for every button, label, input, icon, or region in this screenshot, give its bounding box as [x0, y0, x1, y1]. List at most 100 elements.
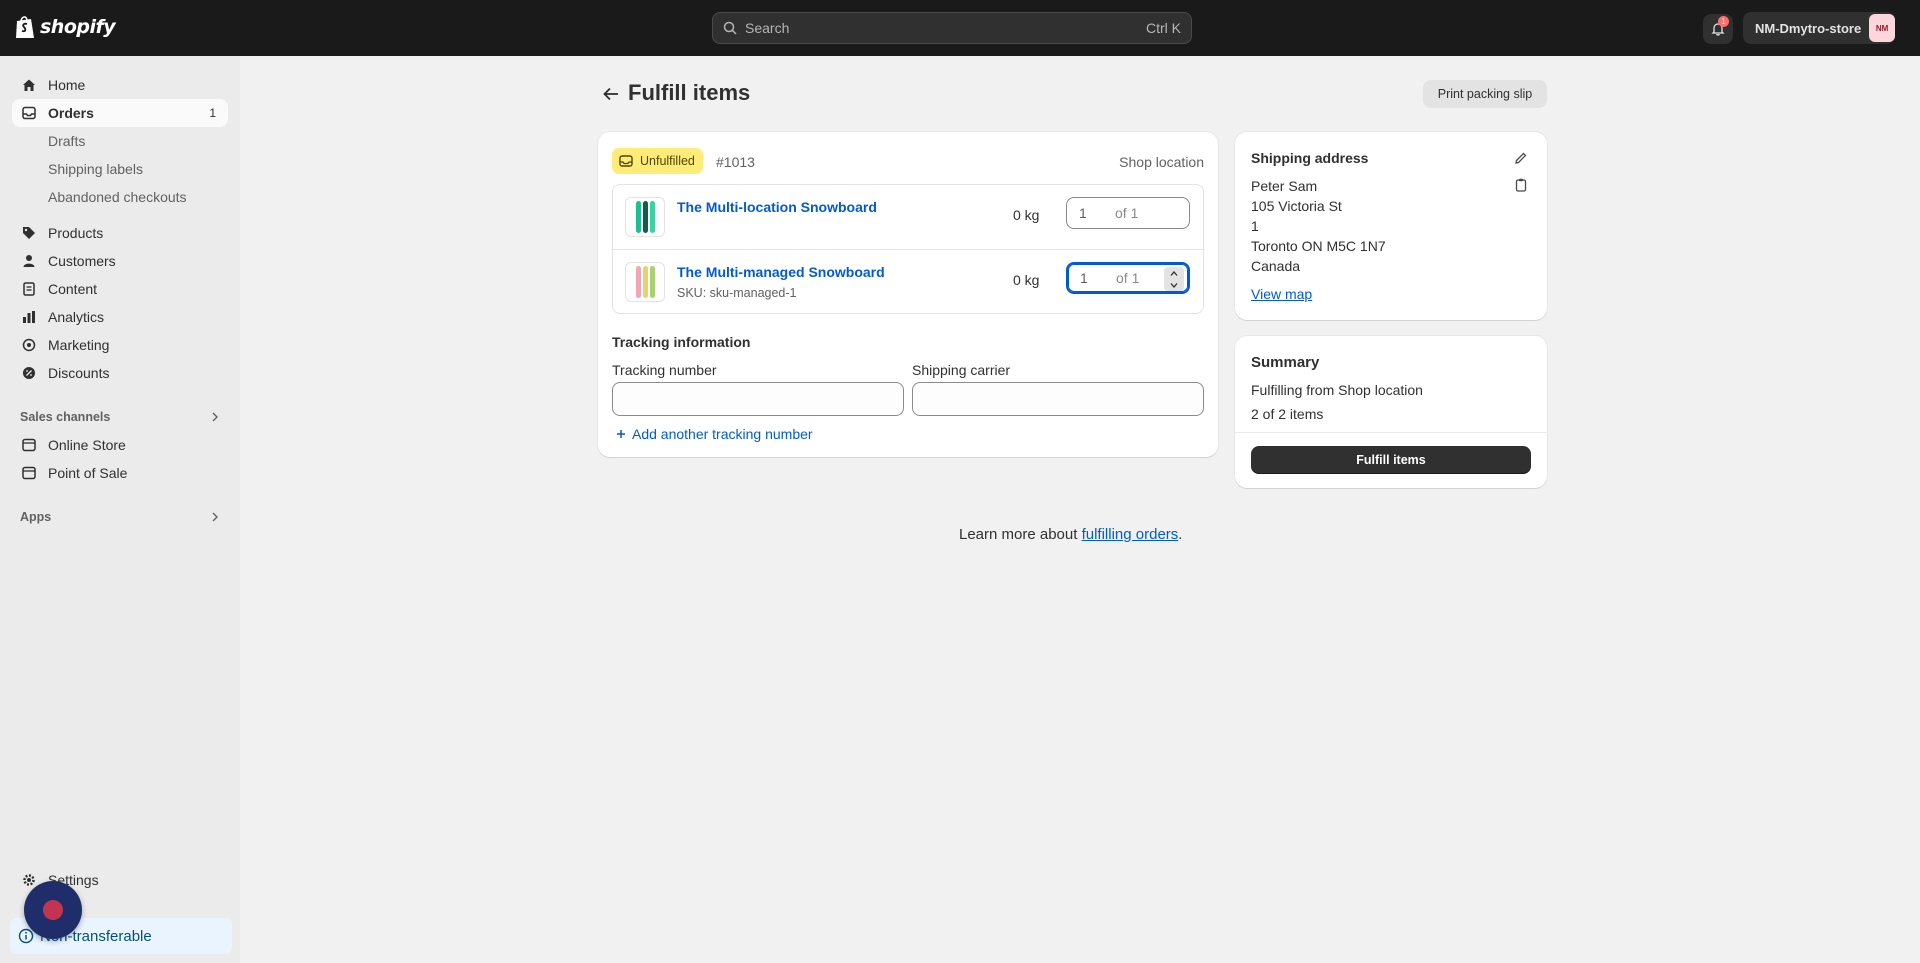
bar-chart-icon	[23, 311, 35, 323]
gear-icon	[23, 874, 35, 886]
sidebar-item-drafts[interactable]: Drafts	[12, 127, 228, 155]
summary-card: Summary Fulfilling from Shop location 2 …	[1235, 336, 1547, 488]
sidebar-item-label: Customers	[48, 253, 116, 269]
sidebar-item-label: Content	[48, 281, 98, 297]
top-bar: shopify Search Ctrl K 1 NM-Dmytro-store …	[0, 0, 1920, 56]
quantity-stepper[interactable]: 1 of 1	[1066, 197, 1190, 229]
status-badge-label: Unfulfilled	[640, 154, 695, 168]
shipping-address-header: Shipping address	[1251, 150, 1369, 166]
product-link[interactable]: The Multi-managed Snowboard	[677, 264, 885, 280]
sidebar-item-orders[interactable]: Orders 1	[12, 99, 228, 127]
sidebar-item-label: Marketing	[48, 337, 110, 353]
product-thumbnail	[625, 197, 665, 237]
quantity-value: 1	[1079, 205, 1087, 221]
learn-more-prefix: Learn more about	[959, 526, 1082, 543]
sidebar-item-home[interactable]: Home	[12, 71, 228, 99]
search-shortcut: Ctrl K	[1146, 20, 1181, 36]
shopify-logo[interactable]: shopify	[14, 14, 116, 40]
home-icon	[23, 79, 35, 91]
section-label: Sales channels	[20, 410, 111, 424]
sidebar-item-label: Online Store	[48, 437, 126, 453]
logo-text: shopify	[40, 16, 116, 38]
status-badge: Unfulfilled	[612, 148, 703, 174]
notification-badge: 1	[1718, 16, 1729, 27]
stepper-controls[interactable]	[1164, 267, 1184, 291]
tracking-number-input[interactable]	[612, 382, 904, 416]
divider	[1235, 432, 1547, 433]
sidebar-item-abandoned-checkouts[interactable]: Abandoned checkouts	[12, 183, 228, 211]
inbox-icon	[22, 106, 36, 120]
sidebar-item-products[interactable]: Products	[12, 219, 228, 247]
list-item: The Multi-location Snowboard 0 kg 1 of 1	[613, 185, 1203, 249]
order-number: #1013	[716, 154, 755, 170]
chevron-down-icon[interactable]	[1169, 282, 1179, 289]
summary-header: Summary	[1251, 354, 1320, 371]
pos-icon	[22, 466, 36, 480]
sidebar-item-marketing[interactable]: Marketing	[12, 331, 228, 359]
sidebar-item-discounts[interactable]: Discounts	[12, 359, 228, 387]
page-title: Fulfill items	[628, 80, 751, 105]
learn-more-suffix: .	[1178, 526, 1183, 543]
shipping-carrier-select[interactable]	[912, 382, 1204, 416]
address-line: Peter Sam	[1251, 178, 1318, 194]
product-thumbnail	[625, 262, 665, 302]
chevron-up-icon[interactable]	[1169, 270, 1179, 277]
avatar: NM	[1869, 14, 1895, 42]
tag-icon	[23, 227, 35, 239]
sidebar-item-customers[interactable]: Customers	[12, 247, 228, 275]
fulfilling-orders-link[interactable]: fulfilling orders	[1082, 526, 1179, 543]
storefront-icon	[22, 438, 36, 452]
sidebar-item-online-store[interactable]: Online Store	[12, 431, 228, 459]
shipping-address-card: Shipping address Peter Sam 105 Victoria …	[1235, 132, 1547, 320]
person-icon	[23, 255, 35, 267]
search-placeholder: Search	[745, 20, 790, 36]
sidebar-item-content[interactable]: Content	[12, 275, 228, 303]
add-tracking-number-button[interactable]: Add another tracking number	[616, 426, 813, 442]
fulfill-items-button[interactable]: Fulfill items	[1251, 446, 1531, 474]
target-icon	[22, 338, 36, 352]
print-packing-slip-button[interactable]: Print packing slip	[1423, 80, 1547, 108]
plus-icon	[617, 430, 625, 438]
back-arrow-icon[interactable]	[600, 84, 622, 104]
discount-icon	[23, 367, 35, 379]
copy-clipboard-icon[interactable]	[1513, 177, 1529, 193]
fulfilling-from-text: Fulfilling from Shop location	[1251, 382, 1423, 398]
notifications-button[interactable]: 1	[1703, 14, 1733, 44]
document-icon	[23, 282, 35, 296]
orders-count-badge: 1	[209, 106, 216, 120]
view-map-link[interactable]: View map	[1251, 286, 1312, 302]
quantity-of-total: of 1	[1116, 270, 1140, 286]
fulfillment-card: Unfulfilled #1013 Shop location The Mult…	[598, 132, 1218, 457]
quantity-stepper[interactable]: 1 of 1	[1066, 262, 1190, 294]
quantity-value: 1	[1080, 270, 1088, 286]
tracking-number-label: Tracking number	[612, 362, 717, 378]
sidebar-item-analytics[interactable]: Analytics	[12, 303, 228, 331]
product-link[interactable]: The Multi-location Snowboard	[677, 199, 877, 215]
shopify-bag-icon	[16, 16, 34, 38]
search-icon	[723, 21, 737, 35]
sidebar-item-label: Home	[48, 77, 86, 93]
quantity-of-total: of 1	[1115, 205, 1139, 221]
search-bar[interactable]: Search Ctrl K	[712, 12, 1192, 44]
store-name: NM-Dmytro-store	[1755, 20, 1862, 36]
item-weight: 0 kg	[1013, 272, 1040, 288]
sidebar: Home Orders 1 Drafts Shipping labels Aba…	[0, 56, 240, 963]
unfulfilled-icon	[619, 155, 633, 167]
edit-pencil-icon[interactable]	[1513, 150, 1529, 166]
sidebar-item-label: Orders	[48, 105, 94, 121]
chat-assistant-button[interactable]	[24, 881, 82, 939]
item-sku: SKU: sku-managed-1	[677, 286, 797, 300]
apps-header[interactable]: Apps	[12, 504, 228, 530]
sidebar-item-label: Discounts	[48, 365, 110, 381]
sidebar-item-label: Products	[48, 225, 104, 241]
sales-channels-header[interactable]: Sales channels	[12, 404, 228, 430]
sidebar-item-point-of-sale[interactable]: Point of Sale	[12, 459, 228, 487]
chevron-right-icon	[212, 412, 218, 422]
chat-assistant-icon	[43, 900, 63, 920]
address-line: 1	[1251, 218, 1259, 234]
add-tracking-label: Add another tracking number	[632, 426, 813, 442]
chevron-right-icon	[212, 512, 218, 522]
tracking-header: Tracking information	[612, 334, 751, 350]
store-menu-button[interactable]: NM-Dmytro-store NM	[1743, 12, 1895, 44]
sidebar-item-shipping-labels[interactable]: Shipping labels	[12, 155, 228, 183]
